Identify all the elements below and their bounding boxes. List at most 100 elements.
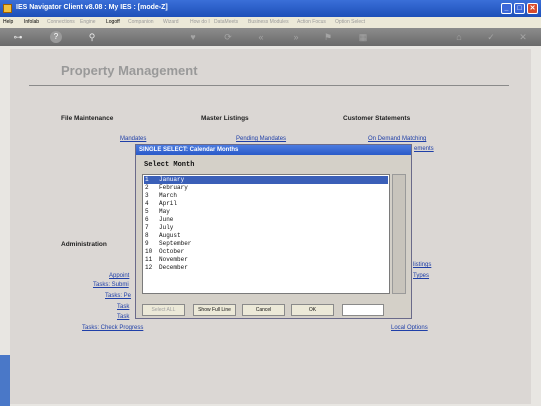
month-row[interactable]: 1 January — [144, 176, 388, 184]
app-icon — [3, 4, 12, 13]
filter-input[interactable] — [342, 304, 384, 316]
month-row[interactable]: 4 April — [144, 200, 388, 208]
tasks-check-progress-link[interactable]: Tasks: Check Progress — [82, 325, 143, 331]
window-title: IES Navigator Client v8.08 : My IES : [m… — [16, 4, 168, 11]
mandates-link[interactable]: Mandates — [120, 136, 146, 142]
listings-link[interactable]: listings — [413, 262, 431, 268]
month-number: 2 — [145, 184, 149, 191]
month-number: 1 — [145, 176, 149, 183]
on-demand-matching-link[interactable]: On Demand Matching — [368, 136, 426, 142]
month-name: December — [159, 264, 188, 271]
app-window: IES Navigator Client v8.08 : My IES : [m… — [0, 0, 541, 406]
maximize-button[interactable]: □ — [514, 3, 525, 14]
month-number: 9 — [145, 240, 149, 247]
home-icon[interactable]: ⌂ — [453, 31, 465, 43]
statements-link[interactable]: ements — [414, 146, 434, 152]
month-number: 3 — [145, 192, 149, 199]
month-name: July — [159, 224, 174, 231]
month-number: 10 — [145, 248, 153, 255]
menu-item-datameets[interactable]: DataMeets — [214, 19, 238, 25]
key-icon[interactable]: ⊶ — [12, 31, 24, 43]
menu-item-connections[interactable]: Connections — [47, 19, 75, 25]
divider — [29, 85, 509, 86]
administration-heading: Administration — [61, 241, 107, 248]
month-row[interactable]: 6 June — [144, 216, 388, 224]
month-name: October — [159, 248, 185, 255]
menu-item-help[interactable]: Help — [3, 19, 13, 25]
month-row[interactable]: 10 October — [144, 248, 388, 256]
month-number: 12 — [145, 264, 153, 271]
menu-item-option-select[interactable]: Option Select — [335, 19, 365, 25]
menu-bar: Help Infolab Connections Engine Logoff Compan… — [0, 17, 541, 28]
ok-button[interactable]: OK — [291, 304, 334, 316]
toolbar: ⊶? ⚲ ♥ ⟳ « » ⚑ ▦ ⌂ ✓ ✕ — [0, 28, 541, 46]
menu-item-infolab[interactable]: Infolab — [24, 19, 39, 25]
select-month-dialog: SINGLE SELECT: Calendar Months Select Mo… — [135, 144, 412, 319]
menu-item-wizard[interactable]: Wizard — [163, 19, 179, 25]
month-number: 8 — [145, 232, 149, 239]
pending-mandates-link[interactable]: Pending Mandates — [236, 136, 286, 142]
month-name: January — [159, 176, 185, 183]
month-row[interactable]: 5 May — [144, 208, 388, 216]
check-icon[interactable]: ✓ — [485, 31, 497, 43]
dialog-title: SINGLE SELECT: Calendar Months — [139, 147, 239, 153]
appointments-link[interactable]: Appoint — [109, 273, 129, 279]
month-row[interactable]: 12 December — [144, 264, 388, 272]
menu-item-companion[interactable]: Companion — [128, 19, 154, 25]
minimize-button[interactable]: _ — [501, 3, 512, 14]
month-number: 6 — [145, 216, 149, 223]
close-window-button[interactable]: ✕ — [527, 3, 538, 14]
flag-icon[interactable]: ⚑ — [322, 31, 334, 43]
month-name: February — [159, 184, 188, 191]
month-listbox[interactable]: 1 January 2 February 3 March 4 April 5 May 6 June 7 J… — [142, 174, 390, 294]
month-name: March — [159, 192, 178, 199]
month-name: April — [159, 200, 178, 207]
tasks-link[interactable]: Task — [117, 304, 129, 310]
select-all-button[interactable]: Select ALL — [142, 304, 185, 316]
back-icon[interactable]: « — [255, 31, 267, 43]
file-maintenance-heading: File Maintenance — [61, 115, 114, 122]
local-options-link[interactable]: Local Options — [391, 325, 428, 331]
tasks-pending-link[interactable]: Tasks: Pe — [105, 293, 131, 299]
heart-icon[interactable]: ♥ — [187, 31, 199, 43]
month-row[interactable]: 11 November — [144, 256, 388, 264]
month-name: September — [159, 240, 192, 247]
month-row[interactable]: 3 March — [144, 192, 388, 200]
menu-item-how-do-i[interactable]: How do I — [190, 19, 210, 25]
dialog-title-bar[interactable]: SINGLE SELECT: Calendar Months — [136, 145, 411, 155]
month-number: 4 — [145, 200, 149, 207]
close-icon[interactable]: ✕ — [517, 31, 529, 43]
menu-item-logoff[interactable]: Logoff — [106, 19, 120, 25]
month-name: August — [159, 232, 181, 239]
month-name: November — [159, 256, 188, 263]
show-full-line-button[interactable]: Show Full Line — [193, 304, 236, 316]
page-title: Property Management — [61, 63, 198, 78]
customer-statements-heading: Customer Statements — [343, 115, 411, 122]
master-listings-heading: Master Listings — [201, 115, 249, 122]
month-number: 7 — [145, 224, 149, 231]
save-icon[interactable]: ▦ — [357, 31, 369, 43]
types-link[interactable]: Types — [413, 273, 429, 279]
refresh-icon[interactable]: ⟳ — [222, 31, 234, 43]
forward-icon[interactable]: » — [290, 31, 302, 43]
month-row[interactable]: 2 February — [144, 184, 388, 192]
menu-item-action-focus[interactable]: Action Focus — [297, 19, 326, 25]
month-number: 11 — [145, 256, 153, 263]
side-panel-tab[interactable] — [0, 355, 10, 406]
menu-item-engine[interactable]: Engine — [80, 19, 96, 25]
tasks-link-2[interactable]: Task — [117, 314, 129, 320]
menu-item-business-modules[interactable]: Business Modules — [248, 19, 289, 25]
search-icon[interactable]: ⚲ — [86, 31, 98, 43]
tasks-submit-link[interactable]: Tasks: Submi — [93, 282, 129, 288]
cancel-button[interactable]: Cancel — [242, 304, 285, 316]
month-row[interactable]: 8 August — [144, 232, 388, 240]
month-name: May — [159, 208, 170, 215]
month-row[interactable]: 9 September — [144, 240, 388, 248]
dialog-header: Select Month — [144, 161, 195, 169]
title-bar[interactable]: IES Navigator Client v8.08 : My IES : [m… — [0, 0, 541, 17]
help-icon[interactable]: ? — [50, 31, 62, 43]
listbox-scrollbar[interactable] — [392, 174, 406, 294]
month-row[interactable]: 7 July — [144, 224, 388, 232]
month-number: 5 — [145, 208, 149, 215]
month-name: June — [159, 216, 174, 223]
